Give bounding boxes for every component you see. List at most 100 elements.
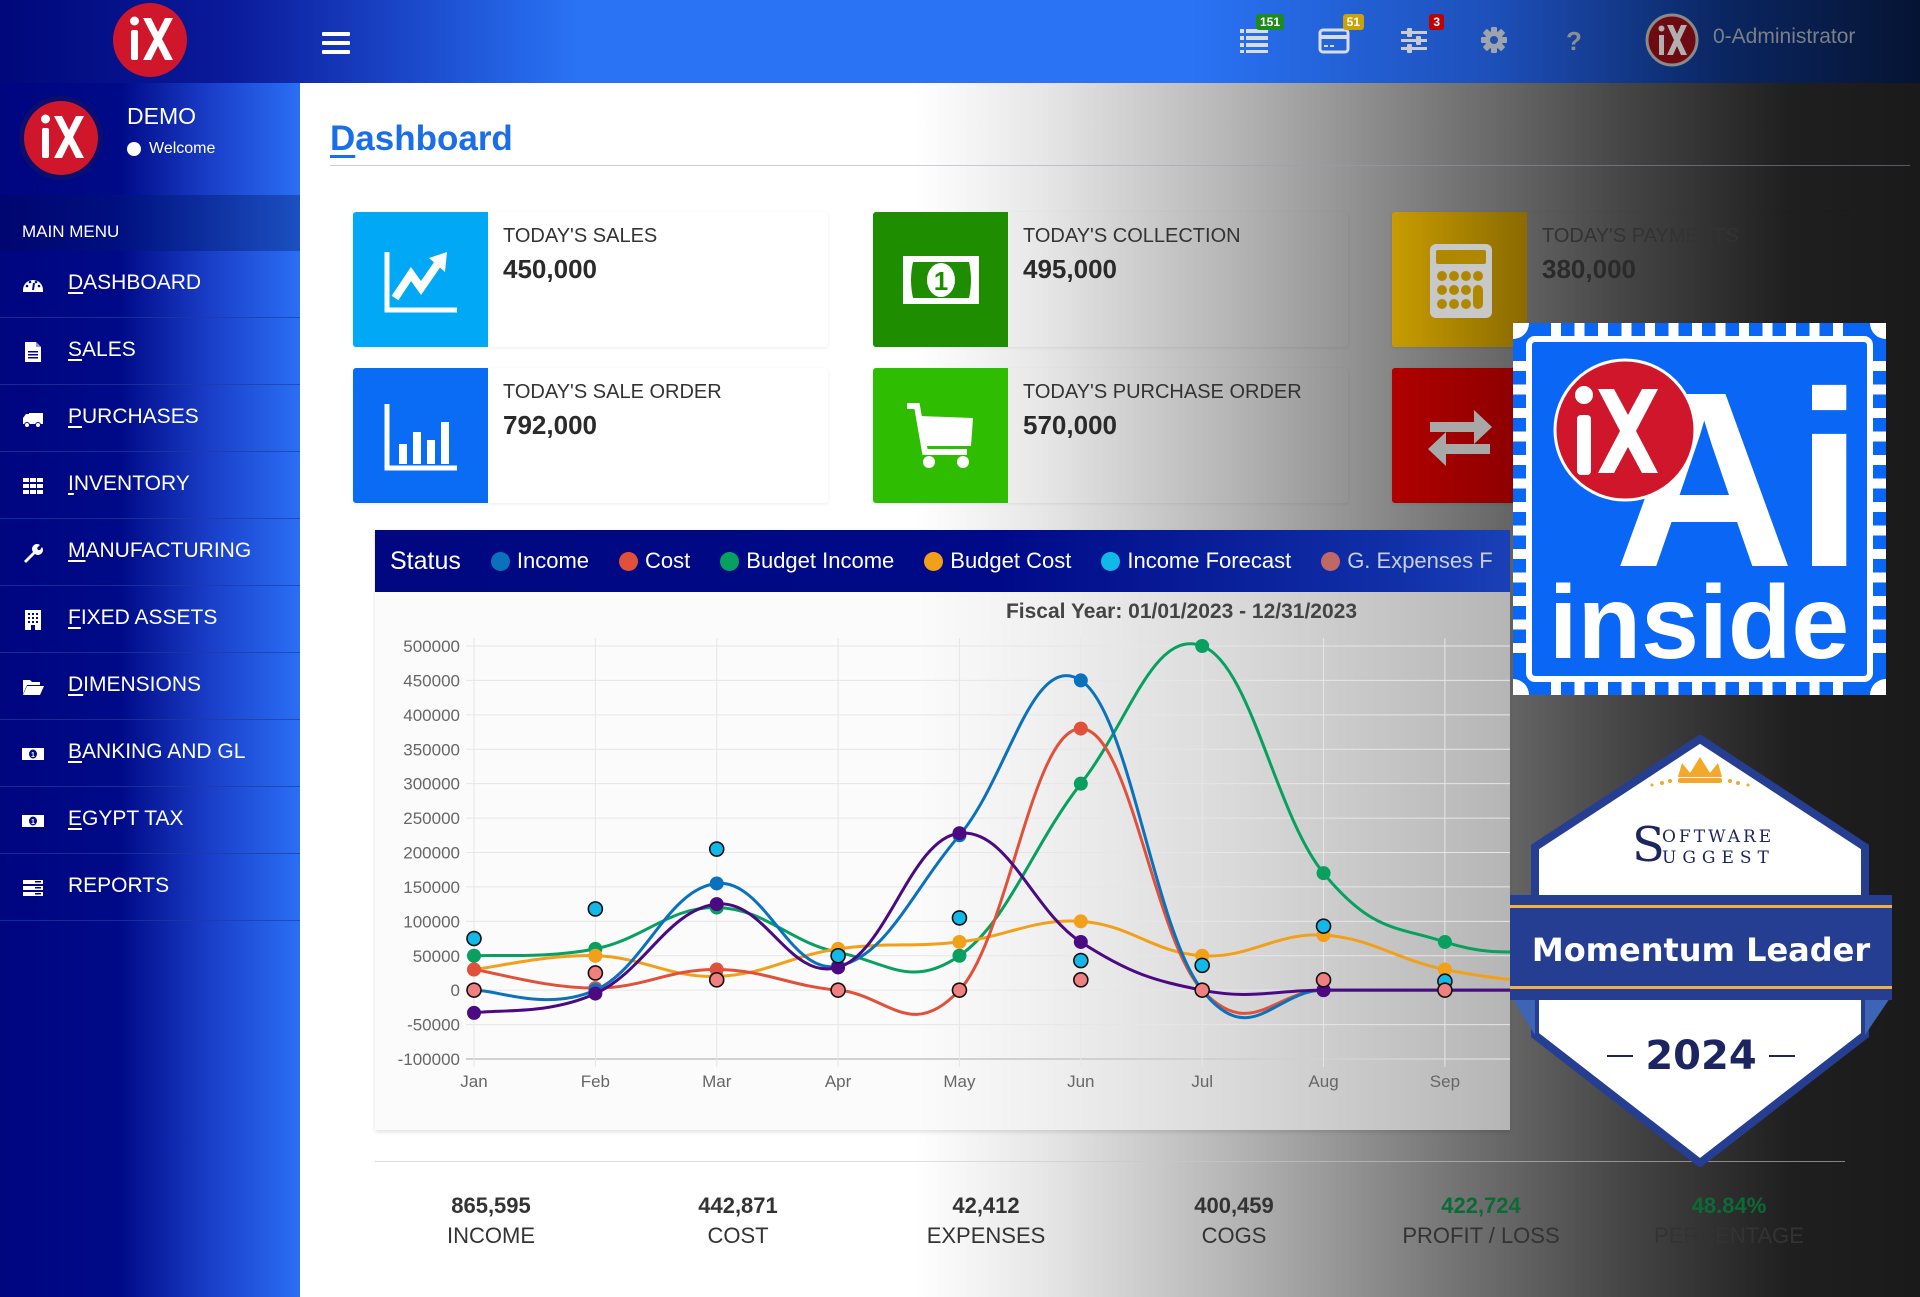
data-point-income-forecast — [951, 910, 968, 926]
gear-icon — [1481, 27, 1507, 53]
sidebar-item-dashboard[interactable]: DASHBOARD — [0, 251, 300, 318]
dashboard-gauge-icon — [22, 274, 44, 296]
data-point-budget-income — [1195, 639, 1210, 653]
y-tick-label: 400000 — [403, 706, 460, 725]
data-point-budget-income — [467, 948, 481, 963]
chip-pin — [1598, 323, 1608, 337]
series-line-budget-income — [473, 642, 1510, 974]
payments-button[interactable]: 51 — [1318, 14, 1364, 60]
sidebar-item-reports[interactable]: REPORTS — [0, 854, 300, 921]
vendor-initial: S — [1632, 817, 1665, 873]
legend-item-cost[interactable]: Cost — [619, 548, 690, 574]
chip-pin — [1872, 525, 1886, 536]
chip-pin — [1621, 323, 1632, 337]
chip-pin — [1872, 431, 1886, 442]
tasks-list-button[interactable]: 151 — [1238, 14, 1284, 60]
ix-logo-icon[interactable] — [112, 2, 188, 78]
data-point-g-expenses — [587, 965, 604, 981]
chart-status-title: Status — [390, 546, 461, 575]
notification-badge: 3 — [1429, 14, 1444, 30]
data-point-income-forecast — [830, 947, 846, 964]
chip-pin — [1715, 323, 1726, 337]
data-point-income — [709, 876, 724, 891]
chip-pin — [1692, 681, 1702, 695]
y-tick-label: 300000 — [403, 775, 460, 794]
data-point-budget-cost — [588, 948, 603, 963]
inside-text: inside — [1549, 565, 1850, 681]
status-text: Welcome — [149, 140, 216, 157]
exchange-arrows-icon — [1392, 368, 1527, 503]
data-point-income-forecast — [466, 930, 482, 947]
user-name[interactable]: 0-Administrator — [1713, 25, 1855, 49]
sidebar-item-banking-and-gl[interactable]: 1 BANKING AND GL — [0, 720, 300, 787]
chip-pin — [1668, 323, 1679, 337]
sidebar: DEMO Welcome MAIN MENU DASHBOARD SALES P… — [0, 83, 300, 1297]
y-tick-label: -50000 — [407, 1016, 460, 1035]
series-line-income — [473, 674, 1510, 1020]
chip-pin — [1574, 323, 1585, 337]
summary-label: COGS — [1201, 1223, 1267, 1248]
y-tick-label: 450000 — [403, 671, 460, 690]
sidebar-item-purchases[interactable]: PURCHASES — [0, 385, 300, 452]
card-value: 570,000 — [1023, 410, 1117, 440]
data-point-series — [588, 986, 603, 1001]
settings-button[interactable] — [1478, 24, 1518, 60]
card-label: TODAY'S PURCHASE ORDER — [1023, 381, 1302, 403]
chip-pin — [1513, 361, 1527, 371]
data-point-cost — [1073, 721, 1088, 736]
summary-label: EXPENSES — [926, 1223, 1046, 1248]
sidebar-item-egypt-tax[interactable]: 1 EGYPT TAX — [0, 787, 300, 854]
money-icon: 1 — [22, 810, 44, 832]
data-point-budget-income — [1073, 776, 1088, 791]
chip-pin — [1872, 596, 1886, 606]
data-point-g-expenses — [1073, 972, 1089, 988]
svg-text:?: ? — [1566, 26, 1582, 56]
legend-item-income[interactable]: Income — [490, 548, 589, 574]
stat-card-todays-sales[interactable]: TODAY'S SALES 450,000 — [353, 212, 828, 347]
sidebar-item-fixed-assets[interactable]: FIXED ASSETS — [0, 586, 300, 653]
data-point-series — [709, 897, 724, 912]
card-label: TODAY'S SALE ORDER — [503, 381, 722, 403]
help-button[interactable]: ? — [1558, 24, 1598, 60]
x-tick-label: Jan — [460, 1072, 487, 1091]
summary-income: 865,595 INCOME — [381, 1193, 601, 1249]
stat-card-todays-purchase-order[interactable]: TODAY'S PURCHASE ORDER 570,000 — [873, 368, 1348, 503]
legend-item-budget-income[interactable]: Budget Income — [720, 548, 894, 574]
stat-card-todays-collection[interactable]: 1 TODAY'S COLLECTION 495,000 — [873, 212, 1348, 347]
summary-value: 48.84% — [1691, 1193, 1767, 1218]
trend-chart-icon — [353, 212, 488, 347]
settings-sliders-button[interactable]: 3 — [1398, 14, 1444, 60]
legend-item-budget-cost[interactable]: Budget Cost — [924, 548, 1071, 574]
legend-item-income-forecast[interactable]: Income Forecast — [1101, 548, 1291, 574]
sidebar-item-dimensions[interactable]: DIMENSIONS — [0, 653, 300, 720]
page-title: Dashboard — [330, 119, 513, 158]
stat-card-todays-sale-order[interactable]: TODAY'S SALE ORDER 792,000 — [353, 368, 828, 503]
menu-label-accesskey: D — [68, 271, 84, 294]
data-point-g-expenses — [1315, 972, 1332, 988]
data-point-income — [1073, 673, 1088, 688]
badge-year: 2024 — [1645, 1033, 1756, 1079]
menu-label-accesskey: P — [68, 405, 83, 428]
legend-item-g-expenses[interactable]: G. Expenses F — [1321, 548, 1493, 574]
user-avatar[interactable] — [1645, 13, 1699, 67]
summary-value: 865,595 — [451, 1193, 531, 1218]
x-tick-label: Aug — [1308, 1072, 1338, 1091]
badge-title: Momentum Leader — [1532, 931, 1871, 969]
sidebar-item-inventory[interactable]: INVENTORY — [0, 452, 300, 519]
summary-profit-loss: 422,724 PROFIT / LOSS — [1371, 1193, 1591, 1249]
sidebar-item-sales[interactable]: SALES — [0, 318, 300, 385]
hamburger-bar — [322, 50, 350, 54]
momentum-leader-badge: S OFTWARE UGGEST Momentum Leader 2024 — [1510, 735, 1892, 1167]
chip-pin — [1645, 323, 1655, 337]
hamburger-bar — [322, 32, 350, 36]
chip-pin — [1715, 681, 1726, 695]
menu-toggle-button[interactable] — [322, 32, 350, 54]
sidebar-item-manufacturing[interactable]: MANUFACTURING — [0, 519, 300, 586]
chip-pin — [1872, 408, 1886, 418]
data-point-series — [467, 1005, 481, 1020]
data-point-g-expenses — [708, 972, 725, 988]
legend-dot-icon — [490, 551, 510, 571]
chart-title: Fiscal Year: 01/01/2023 - 12/31/2023 — [1006, 600, 1357, 623]
notification-badge: 151 — [1255, 14, 1284, 30]
chip-pin — [1513, 525, 1527, 536]
